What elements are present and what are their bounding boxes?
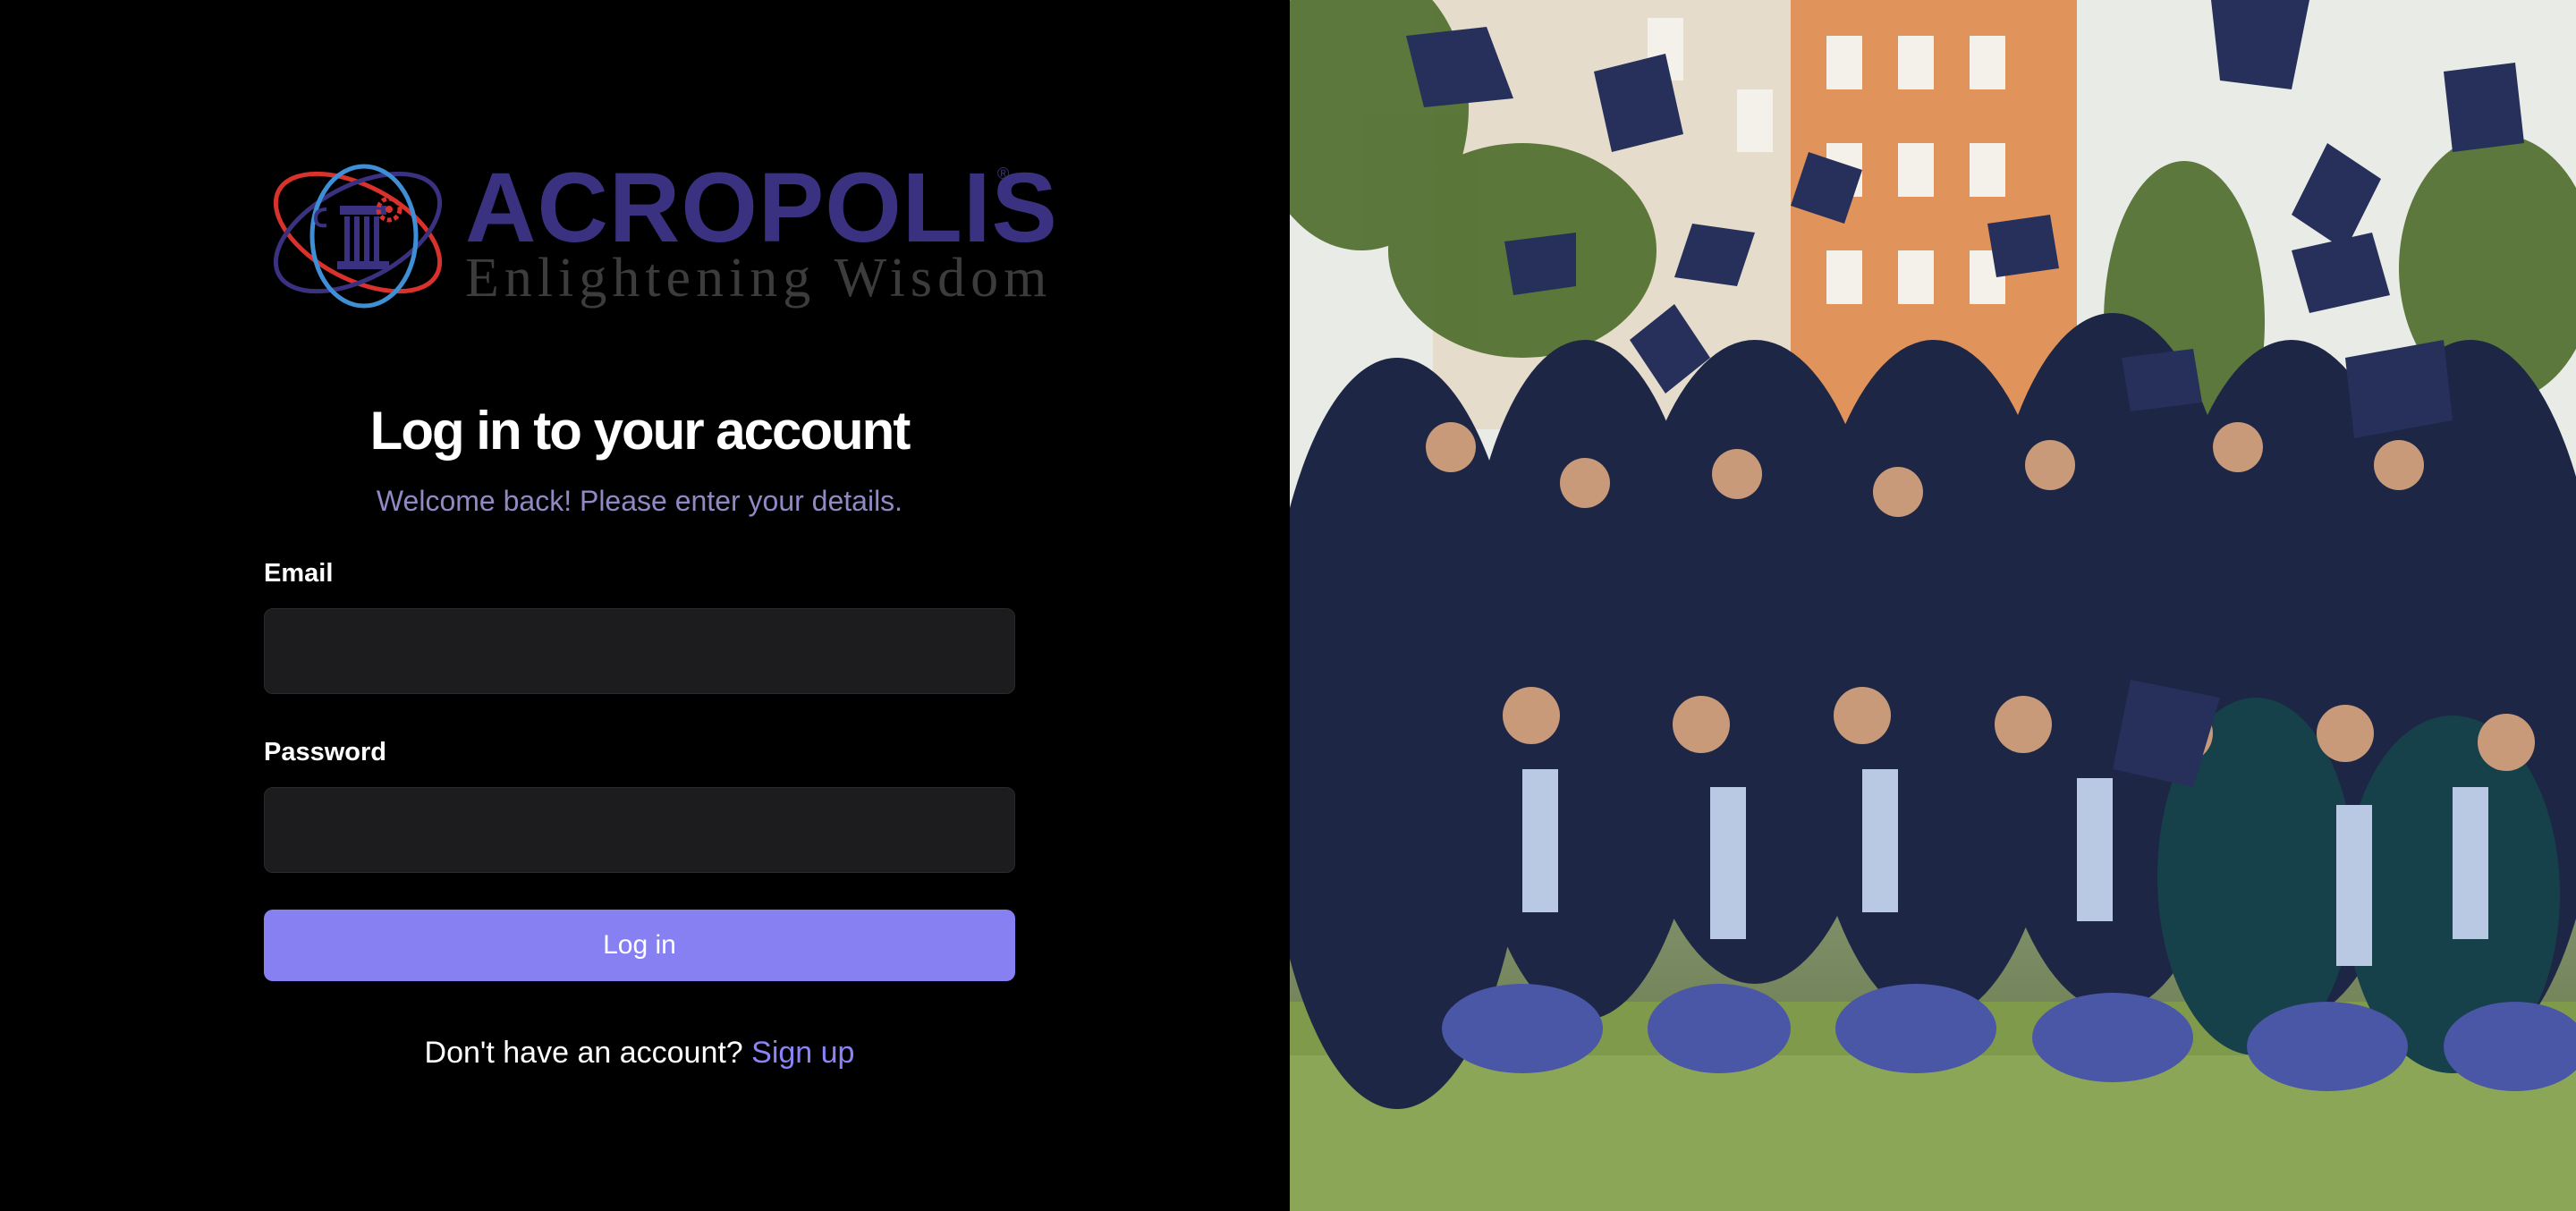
graduation-photo — [1290, 0, 2576, 1211]
page-subtitle: Welcome back! Please enter your details. — [376, 485, 903, 517]
login-page: ACROPOLIS ® Enlightening Wisdom Log in t… — [0, 0, 2576, 1211]
password-label: Password — [264, 738, 386, 766]
brand-logo: ACROPOLIS ® Enlightening Wisdom — [264, 154, 1057, 311]
registered-mark: ® — [997, 165, 1010, 182]
email-label: Email — [264, 559, 334, 588]
signup-prompt-text: Don't have an account? — [424, 1036, 752, 1070]
signup-link[interactable]: Sign up — [751, 1036, 854, 1070]
hero-photo — [1290, 0, 2576, 1211]
password-field[interactable] — [264, 787, 1015, 873]
email-field[interactable] — [264, 608, 1015, 694]
login-button[interactable]: Log in — [264, 910, 1015, 981]
signup-prompt: Don't have an account? Sign up — [264, 1033, 1015, 1072]
acropolis-emblem-icon — [273, 164, 443, 309]
brand-name: ACROPOLIS — [465, 153, 1058, 263]
brand-tagline: Enlightening Wisdom — [465, 248, 1053, 309]
page-title: Log in to your account — [369, 401, 911, 461]
login-panel: ACROPOLIS ® Enlightening Wisdom Log in t… — [0, 0, 1290, 1211]
